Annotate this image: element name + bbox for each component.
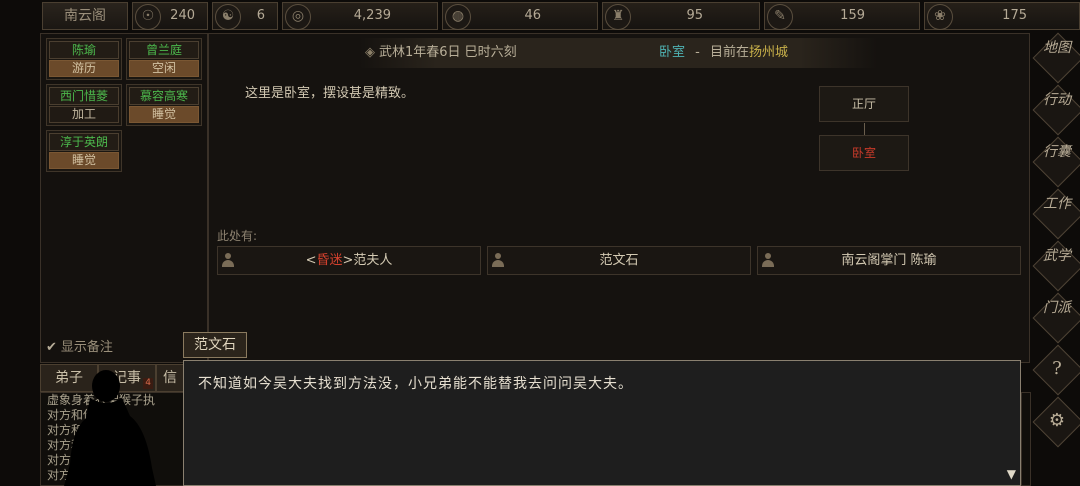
current-location: 卧室 - 目前在扬州城 <box>659 38 788 68</box>
disciple-status: 加工 <box>49 106 119 123</box>
room-name: 卧室 <box>659 45 686 60</box>
disciple-name: 西门惜菱 <box>49 87 119 105</box>
disciple-card[interactable]: 陈瑜 游历 <box>46 38 122 80</box>
show-memo-label: 显示备注 <box>60 340 113 355</box>
npc-name: 南云阁掌门 陈瑜 <box>841 253 937 268</box>
panel-edge <box>1021 392 1031 486</box>
resource-value: 159 <box>840 8 865 23</box>
disciple-name: 曾兰庭 <box>129 41 199 59</box>
resource-value: 46 <box>524 8 541 23</box>
settings-icon[interactable]: ⚙ <box>1034 404 1080 438</box>
resource-brush[interactable]: ✎ 159 <box>764 2 920 30</box>
disciple-status: 睡觉 <box>49 152 119 169</box>
time-text: 武林1年春6日 巳时六刻 <box>379 45 517 60</box>
disciple-card[interactable]: 慕容高寒 睡觉 <box>126 84 202 126</box>
resource-value: 175 <box>1002 8 1027 23</box>
wood-icon: ♜ <box>605 4 631 30</box>
npc-entry[interactable]: <昏迷>范夫人 <box>217 246 481 275</box>
npc-name: 范文石 <box>599 253 639 268</box>
work-menu-button[interactable]: 工作 <box>1034 196 1080 230</box>
room-node-main-hall[interactable]: 正厅 <box>819 86 909 122</box>
room-connector <box>864 123 865 135</box>
show-memo-toggle[interactable]: ✔ 显示备注 <box>46 339 113 357</box>
resource-wood[interactable]: ♜ 95 <box>602 2 760 30</box>
resource-value: 4,239 <box>353 8 391 23</box>
here-label: 此处有: <box>217 229 258 243</box>
game-screen: 南云阁 ☉ 240 ☯ 6 ◎ 4,239 ◍ 46 ♜ 95 ✎ 159 ❀ … <box>0 0 1080 486</box>
tab-label: 信息 <box>163 370 177 386</box>
herb-icon: ❀ <box>927 4 953 30</box>
disciple-name: 陈瑜 <box>49 41 119 59</box>
tab-info[interactable]: 信息 <box>156 364 184 392</box>
disciple-name: 慕容高寒 <box>129 87 199 105</box>
main-menu: 地图 行动 行囊 工作 武学 门派 ? ⚙ <box>1032 32 1080 486</box>
resource-value: 6 <box>256 8 265 23</box>
disciple-card[interactable]: 淳于英朗 睡觉 <box>46 130 122 172</box>
dialogue-box[interactable]: 不知道如今吴大夫找到方法没，小兄弟能不能替我去问问吴大夫。 ▼ <box>183 360 1021 486</box>
compass-icon: ◈ <box>365 45 375 60</box>
help-icon[interactable]: ? <box>1034 352 1080 386</box>
continue-arrow-icon[interactable]: ▼ <box>1007 467 1016 481</box>
resource-yin-yang[interactable]: ☯ 6 <box>212 2 278 30</box>
resource-value: 95 <box>686 8 703 23</box>
game-time: ◈ 武林1年春6日 巳时六刻 <box>365 38 517 68</box>
resource-value: 240 <box>170 8 195 23</box>
resource-map[interactable]: ☉ 240 <box>132 2 208 30</box>
location-separator: - <box>695 45 700 60</box>
checkbox-icon: ✔ <box>46 340 57 355</box>
resource-food[interactable]: ◍ 46 <box>442 2 598 30</box>
map-icon: ☉ <box>135 4 161 30</box>
disciple-status: 空闲 <box>129 60 199 77</box>
speaker-name: 范文石 <box>183 332 247 358</box>
npc-name: <昏迷>范夫人 <box>305 253 393 268</box>
dialogue-text: 不知道如今吴大夫找到方法没，小兄弟能不能替我去问问吴大夫。 <box>198 376 633 392</box>
disciple-card[interactable]: 西门惜菱 加工 <box>46 84 122 126</box>
disciple-panel: 陈瑜 游历 曾兰庭 空闲 西门惜菱 加工 慕容高寒 睡觉 淳于英朗 睡觉 <box>40 33 208 363</box>
room-description: 这里是卧室，摆设甚是精致。 <box>245 86 415 101</box>
disciple-card[interactable]: 曾兰庭 空闲 <box>126 38 202 80</box>
location-header: ◈ 武林1年春6日 巳时六刻 卧室 - 目前在扬州城 <box>359 38 877 68</box>
location-prefix: 目前在 <box>710 45 750 60</box>
resource-herb[interactable]: ❀ 175 <box>924 2 1080 30</box>
brush-icon: ✎ <box>767 4 793 30</box>
coin-icon: ◎ <box>285 4 311 30</box>
room-node-bedroom[interactable]: 卧室 <box>819 135 909 171</box>
martial-menu-button[interactable]: 武学 <box>1034 248 1080 282</box>
city-name: 扬州城 <box>749 45 789 60</box>
sect-menu-button[interactable]: 门派 <box>1034 300 1080 334</box>
disciple-status: 游历 <box>49 60 119 77</box>
resource-bar: 南云阁 ☉ 240 ☯ 6 ◎ 4,239 ◍ 46 ♜ 95 ✎ 159 ❀ … <box>0 0 1080 32</box>
bag-menu-button[interactable]: 行囊 <box>1034 144 1080 178</box>
map-menu-button[interactable]: 地图 <box>1034 40 1080 74</box>
speaker-portrait <box>64 370 156 486</box>
location-panel: ◈ 武林1年春6日 巳时六刻 卧室 - 目前在扬州城 这里是卧室，摆设甚是精致。 … <box>208 33 1030 363</box>
npc-entry[interactable]: 南云阁掌门 陈瑜 <box>757 246 1021 275</box>
yin-yang-icon: ☯ <box>215 4 241 30</box>
sect-name-button[interactable]: 南云阁 <box>42 2 128 30</box>
npc-entry[interactable]: 范文石 <box>487 246 751 275</box>
disciple-name: 淳于英朗 <box>49 133 119 151</box>
action-menu-button[interactable]: 行动 <box>1034 92 1080 126</box>
disciple-status: 睡觉 <box>129 106 199 123</box>
food-bowl-icon: ◍ <box>445 4 471 30</box>
resource-coin[interactable]: ◎ 4,239 <box>282 2 438 30</box>
